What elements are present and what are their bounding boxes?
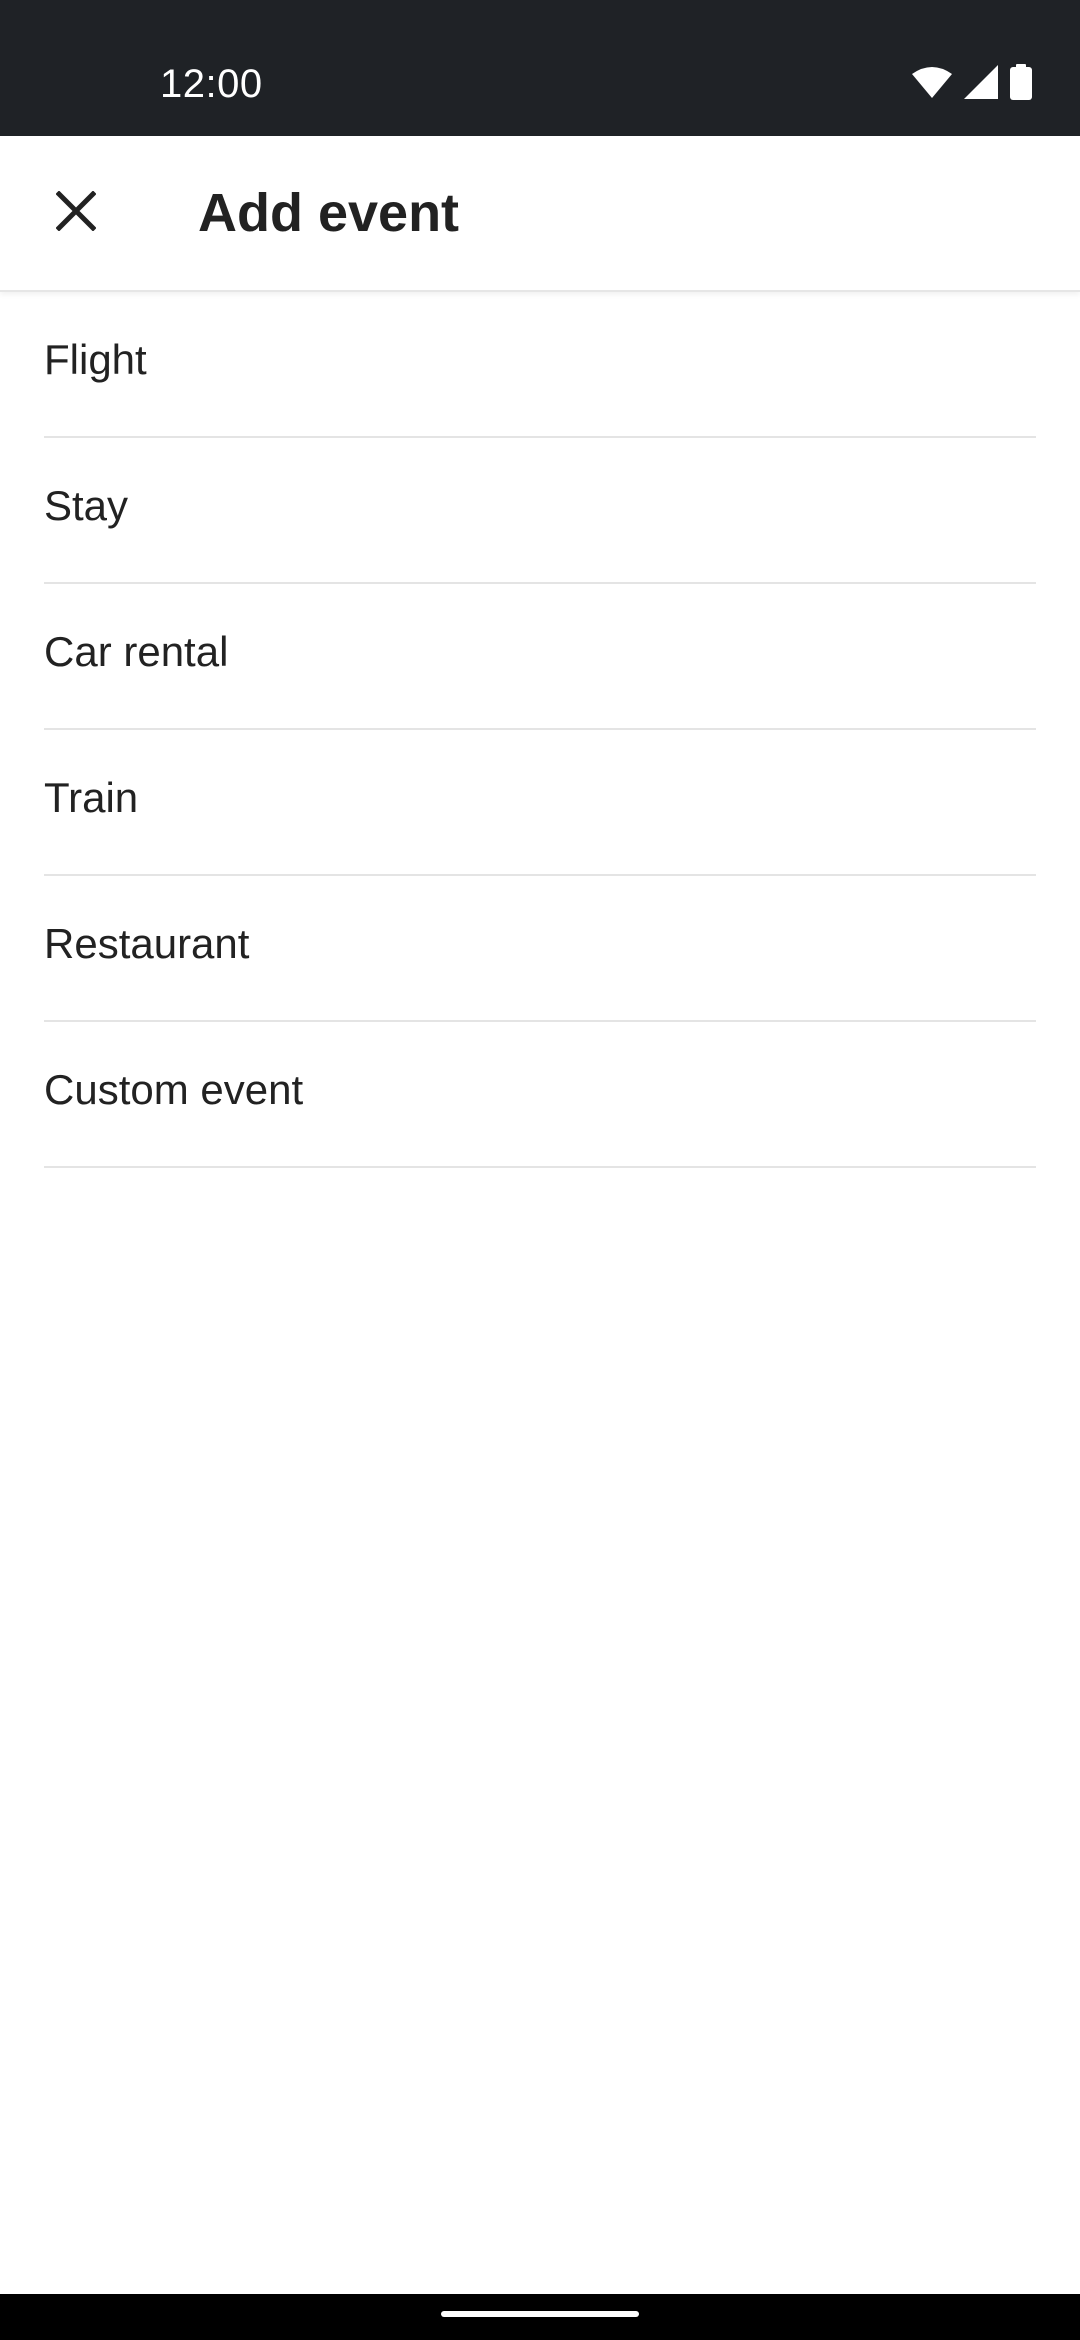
event-item-flight[interactable]: Flight [44,292,1036,438]
event-item-label: Custom event [44,1066,304,1113]
event-item-restaurant[interactable]: Restaurant [44,876,1036,1022]
event-item-label: Flight [44,336,147,383]
event-item-car-rental[interactable]: Car rental [44,584,1036,730]
event-item-label: Restaurant [44,920,250,967]
event-item-label: Train [44,774,139,821]
navigation-bar [0,2294,1080,2340]
event-item-label: Car rental [44,628,229,675]
event-item-stay[interactable]: Stay [44,438,1036,584]
status-bar: 12:00 [0,0,1080,136]
cellular-signal-icon [964,65,998,99]
event-item-custom-event[interactable]: Custom event [44,1022,1036,1168]
event-item-train[interactable]: Train [44,730,1036,876]
status-time: 12:00 [160,62,263,106]
close-button[interactable] [32,169,120,257]
wifi-icon [912,66,952,98]
status-icons [912,62,1032,102]
event-type-list: Flight Stay Car rental Train Restaurant … [0,292,1080,1168]
event-item-label: Stay [44,482,129,529]
add-event-screen: 12:00 Add event Flight Stay Car rental T… [0,0,1080,2340]
battery-icon [1010,64,1032,100]
close-icon [55,189,97,236]
home-gesture-handle[interactable] [441,2311,639,2317]
page-title: Add event [198,183,460,243]
app-toolbar: Add event [0,136,1080,292]
